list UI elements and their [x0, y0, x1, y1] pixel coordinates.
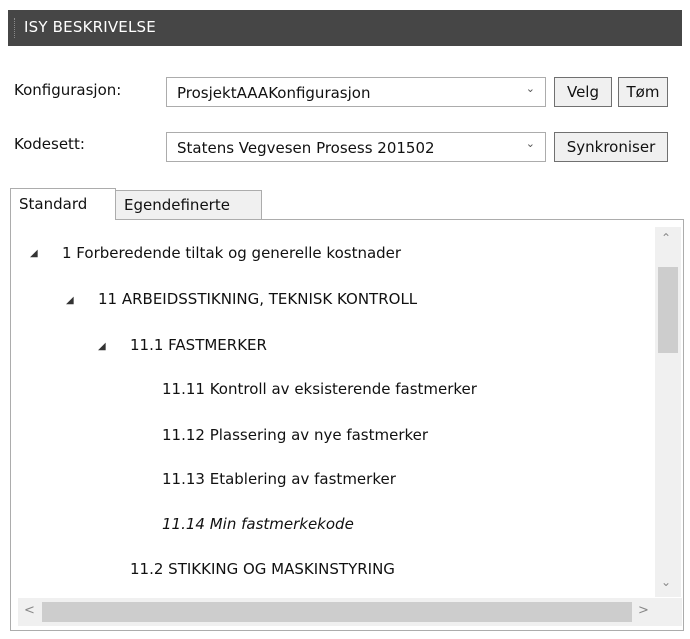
scroll-right-icon[interactable]: >: [638, 603, 649, 618]
tree-node[interactable]: 11.2 STIKKING OG MASKINSTYRING: [130, 560, 395, 578]
tree-node[interactable]: 11.13 Etablering av fastmerker: [162, 470, 396, 488]
chevron-down-icon: ⌄: [525, 137, 535, 150]
expanded-triangle-icon[interactable]: ◢: [66, 295, 74, 306]
tree-node[interactable]: 11.12 Plassering av nye fastmerker: [162, 426, 428, 444]
codeset-select[interactable]: Statens Vegvesen Prosess 201502 ⌄: [166, 132, 546, 162]
tree-node[interactable]: 1 Forberedende tiltak og generelle kostn…: [62, 244, 401, 262]
config-select[interactable]: ProsjektAAAKonfigurasjon ⌄: [166, 77, 546, 107]
scroll-up-icon[interactable]: ⌃: [661, 231, 671, 245]
chevron-down-icon: ⌄: [525, 82, 535, 95]
expanded-triangle-icon[interactable]: ◢: [30, 248, 38, 259]
tab-egendefinerte[interactable]: Egendefinerte: [116, 190, 262, 220]
codeset-label: Kodesett:: [14, 135, 85, 153]
expanded-triangle-icon[interactable]: ◢: [98, 341, 106, 352]
horizontal-scrollbar[interactable]: < >: [18, 598, 682, 626]
tab-standard[interactable]: Standard: [10, 188, 116, 220]
vertical-scrollbar[interactable]: ⌃ ⌄: [655, 227, 681, 597]
codeset-select-value: Statens Vegvesen Prosess 201502: [177, 139, 435, 157]
tree-node[interactable]: 11 ARBEIDSSTIKNING, TEKNISK KONTROLL: [98, 290, 417, 308]
sync-button[interactable]: Synkroniser: [554, 132, 668, 162]
tree-node[interactable]: 11.11 Kontroll av eksisterende fastmerke…: [162, 380, 477, 398]
tree-node-custom[interactable]: 11.14 Min fastmerkekode: [162, 515, 354, 533]
horizontal-scroll-thumb[interactable]: [42, 602, 632, 622]
select-config-button[interactable]: Velg: [554, 77, 612, 107]
panel-title: ISY BESKRIVELSE: [24, 18, 156, 36]
scroll-down-icon[interactable]: ⌄: [661, 575, 671, 589]
config-label: Konfigurasjon:: [14, 81, 122, 99]
tree-node[interactable]: 11.1 FASTMERKER: [130, 336, 267, 354]
panel-titlebar: ISY BESKRIVELSE: [8, 10, 682, 46]
drag-grip-icon[interactable]: [14, 18, 18, 38]
scroll-left-icon[interactable]: <: [24, 603, 35, 618]
config-select-value: ProsjektAAAKonfigurasjon: [177, 84, 371, 102]
vertical-scroll-thumb[interactable]: [658, 267, 678, 353]
clear-config-button[interactable]: Tøm: [618, 77, 668, 107]
code-tree[interactable]: ◢ 1 Forberedende tiltak og generelle kos…: [18, 228, 654, 588]
